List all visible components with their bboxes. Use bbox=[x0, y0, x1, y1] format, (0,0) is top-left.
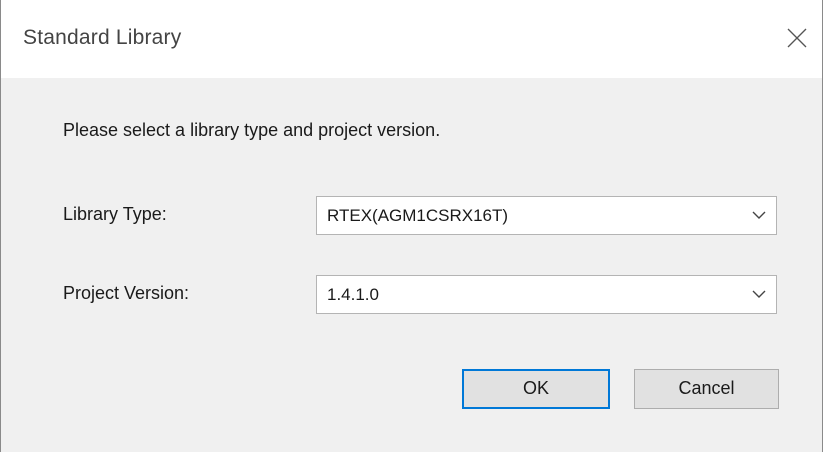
library-type-select[interactable]: RTEX(AGM1CSRX16T) bbox=[316, 196, 777, 235]
title-bar: Standard Library bbox=[1, 0, 822, 78]
chevron-down-icon bbox=[750, 208, 768, 222]
instruction-text: Please select a library type and project… bbox=[63, 120, 441, 140]
close-button[interactable] bbox=[777, 18, 817, 58]
library-type-label: Library Type: bbox=[63, 204, 167, 224]
close-icon bbox=[777, 18, 817, 58]
ok-button[interactable]: OK bbox=[462, 369, 610, 409]
standard-library-dialog: Standard Library Please select a library… bbox=[0, 0, 823, 452]
project-version-value: 1.4.1.0 bbox=[327, 285, 379, 304]
project-version-select[interactable]: 1.4.1.0 bbox=[316, 275, 777, 314]
chevron-down-icon bbox=[750, 287, 768, 301]
cancel-button[interactable]: Cancel bbox=[634, 369, 779, 409]
window-title: Standard Library bbox=[23, 26, 182, 49]
project-version-label: Project Version: bbox=[63, 283, 190, 303]
library-type-value: RTEX(AGM1CSRX16T) bbox=[327, 206, 509, 225]
